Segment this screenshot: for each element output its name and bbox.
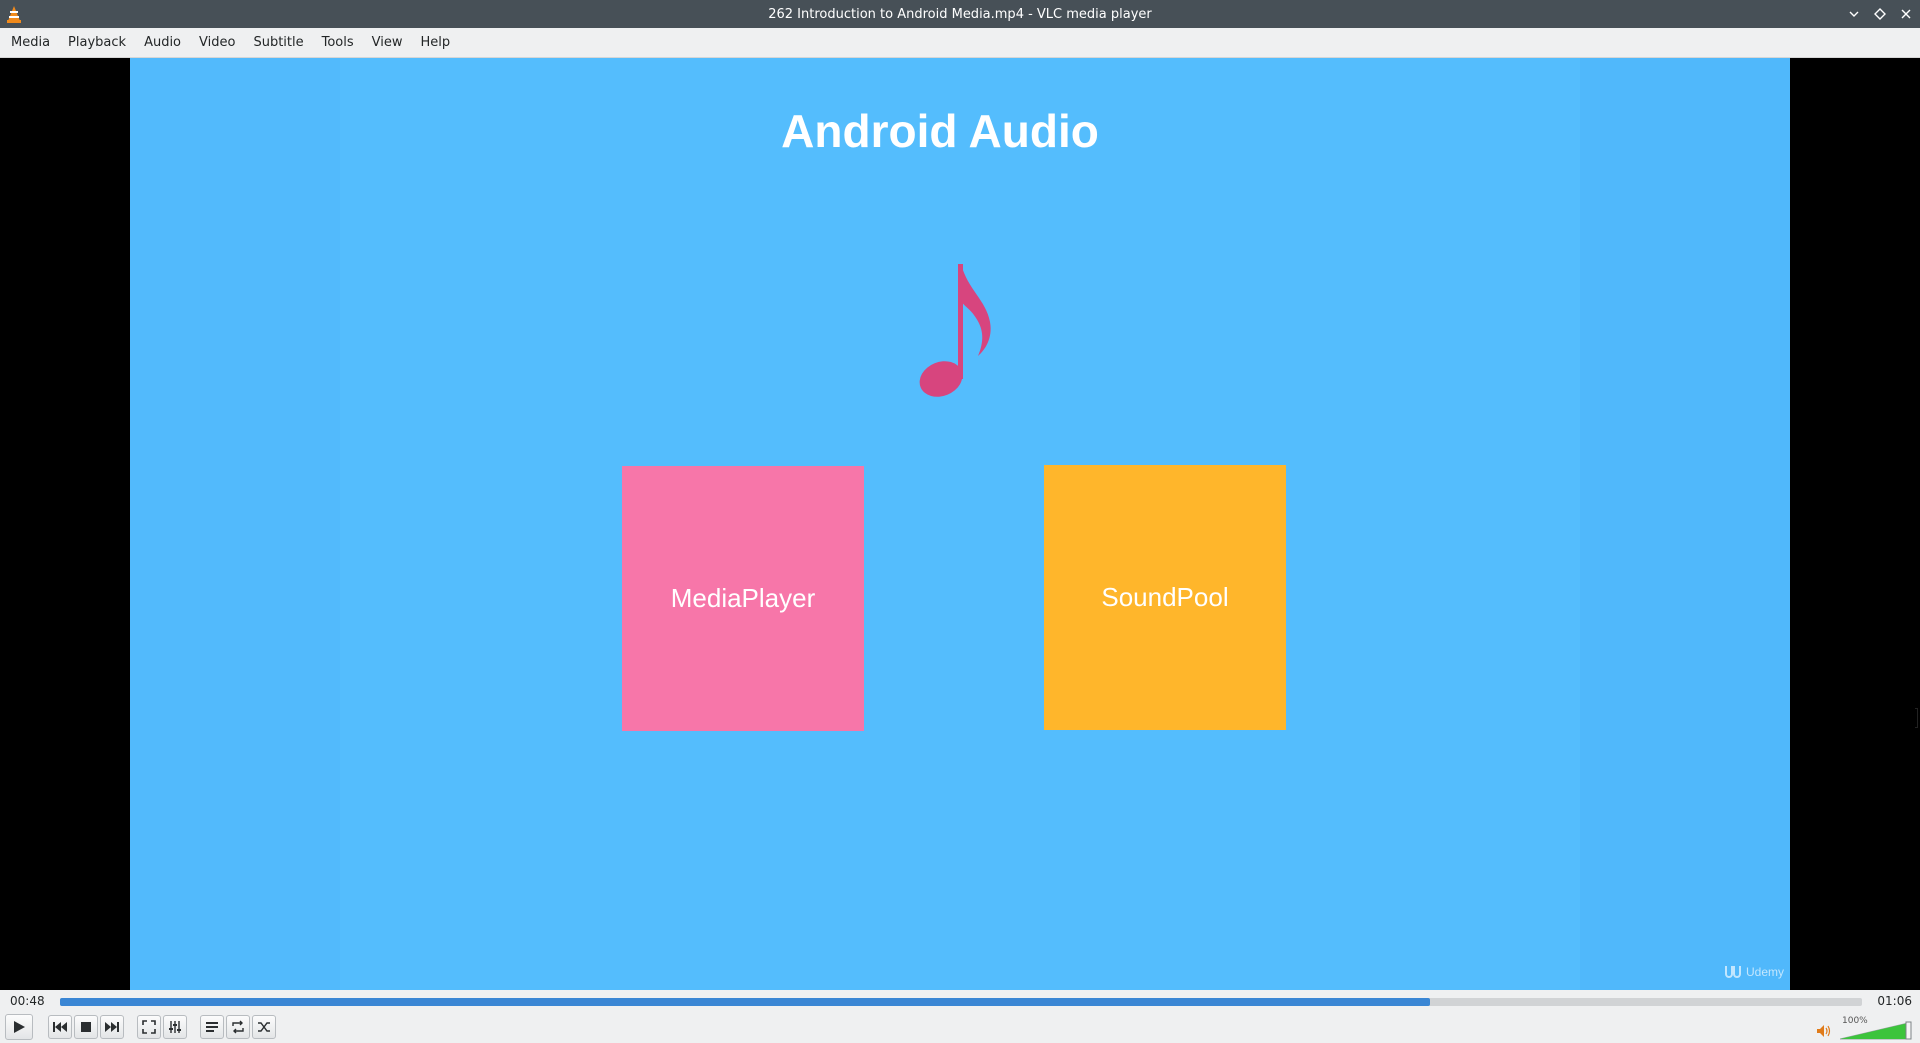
playlist-icon <box>206 1022 218 1032</box>
volume-slider[interactable] <box>1840 1020 1912 1040</box>
play-button[interactable] <box>5 1014 33 1040</box>
music-note-icon <box>919 264 991 397</box>
close-button[interactable] <box>1898 6 1914 22</box>
menu-audio[interactable]: Audio <box>135 28 190 58</box>
fullscreen-button[interactable] <box>137 1015 161 1039</box>
extended-settings-icon <box>169 1021 181 1033</box>
fullscreen-icon <box>142 1020 156 1034</box>
stop-button[interactable] <box>74 1015 98 1039</box>
seek-slider[interactable] <box>60 998 1862 1006</box>
play-icon <box>14 1021 25 1033</box>
elapsed-time: 00:48 <box>10 994 45 1008</box>
next-button[interactable] <box>100 1015 124 1039</box>
mouse-cursor <box>1915 708 1918 728</box>
loop-icon <box>232 1020 244 1034</box>
udemy-logo-icon <box>1724 966 1741 978</box>
video-frame: Android Audio MediaPlayer SoundPool Udem… <box>130 58 1790 990</box>
control-bar: 00:48 01:06 100% <box>0 990 1920 1043</box>
soundpool-box: SoundPool <box>1044 465 1286 730</box>
maximize-button[interactable] <box>1872 6 1888 22</box>
title-bar: 262 Introduction to Android Media.mp4 - … <box>0 0 1920 28</box>
menu-tools[interactable]: Tools <box>313 28 363 58</box>
playlist-button[interactable] <box>200 1015 224 1039</box>
slide-title: Android Audio <box>781 105 1099 157</box>
diamond-icon <box>1874 8 1886 20</box>
extended-settings-button[interactable] <box>163 1015 187 1039</box>
menu-bar: Media Playback Audio Video Subtitle Tool… <box>0 28 1920 58</box>
speaker-icon[interactable] <box>1816 1024 1832 1038</box>
menu-help[interactable]: Help <box>412 28 460 58</box>
udemy-watermark: Udemy <box>1724 964 1784 980</box>
close-icon <box>1901 9 1911 19</box>
mediaplayer-label: MediaPlayer <box>670 583 816 613</box>
window-title: 262 Introduction to Android Media.mp4 - … <box>768 6 1152 22</box>
previous-icon <box>53 1022 67 1032</box>
menu-view[interactable]: View <box>363 28 412 58</box>
minimize-button[interactable] <box>1846 6 1862 22</box>
chevron-down-icon <box>1849 11 1859 17</box>
menu-video[interactable]: Video <box>190 28 244 58</box>
total-time: 01:06 <box>1877 994 1912 1008</box>
video-area[interactable]: Android Audio MediaPlayer SoundPool Udem… <box>0 58 1920 990</box>
menu-media[interactable]: Media <box>2 28 59 58</box>
soundpool-label: SoundPool <box>1101 582 1229 612</box>
next-icon <box>105 1022 119 1032</box>
seek-progress <box>60 998 1430 1006</box>
shuffle-button[interactable] <box>252 1015 276 1039</box>
menu-playback[interactable]: Playback <box>59 28 135 58</box>
previous-button[interactable] <box>48 1015 72 1039</box>
vlc-cone-icon <box>7 6 21 23</box>
mediaplayer-box: MediaPlayer <box>622 466 864 731</box>
stop-icon <box>81 1022 91 1032</box>
loop-button[interactable] <box>226 1015 250 1039</box>
menu-subtitle[interactable]: Subtitle <box>244 28 312 58</box>
shuffle-icon <box>258 1022 270 1032</box>
